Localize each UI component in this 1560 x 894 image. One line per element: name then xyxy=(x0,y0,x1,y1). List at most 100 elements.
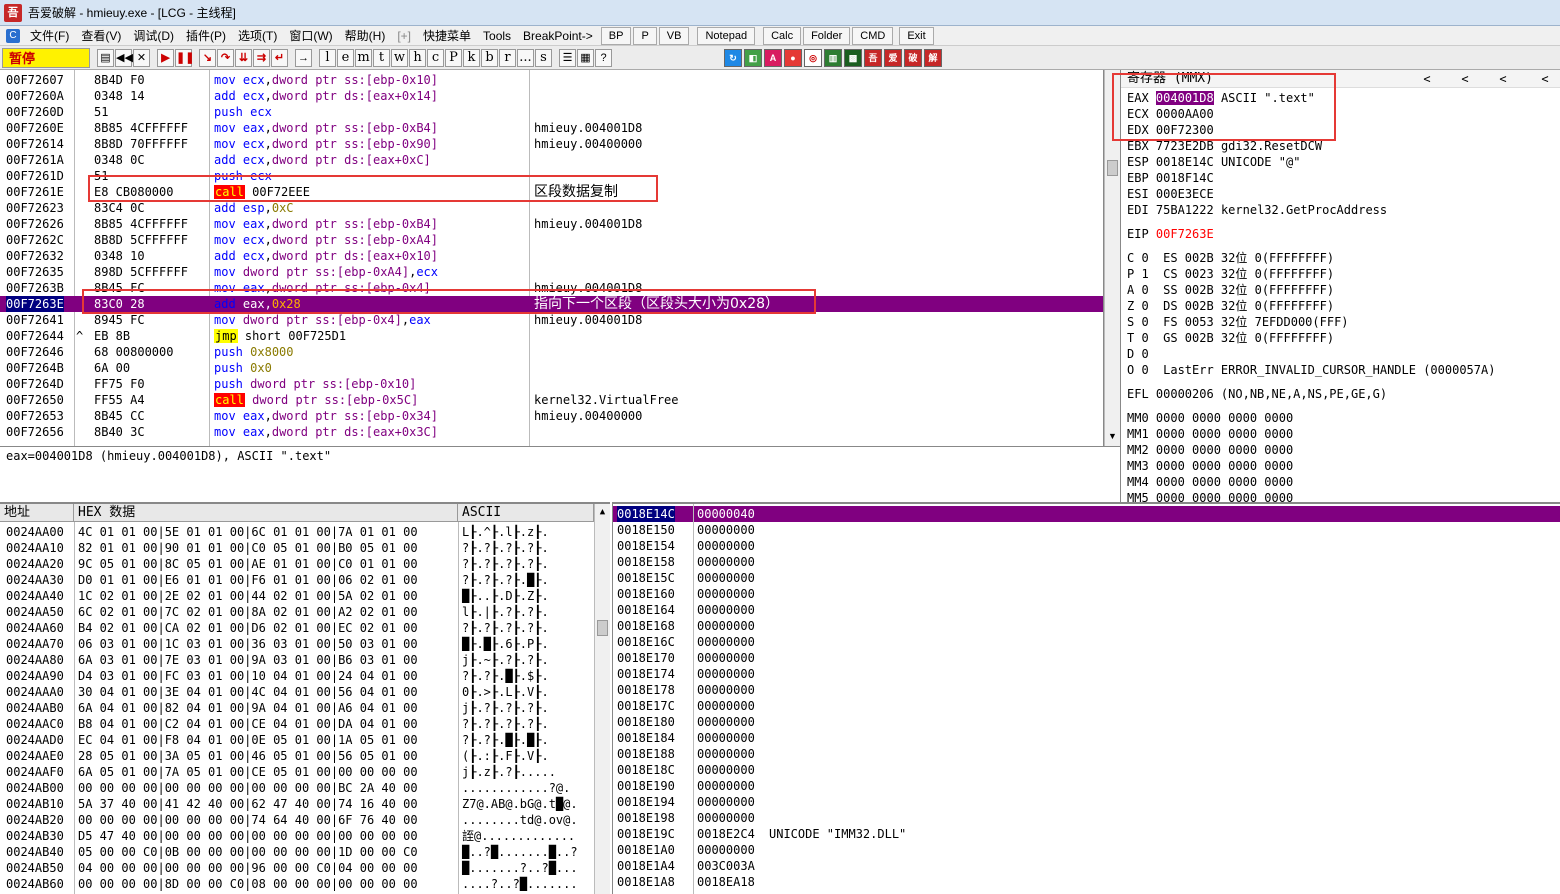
mmx-row[interactable]: MM5 0000 0000 0000 0000 xyxy=(1127,490,1293,502)
trace-into-icon[interactable]: ⇊ xyxy=(235,48,252,67)
stack-row[interactable]: 0018E1A0 00000000 xyxy=(613,842,1560,858)
jie-icon[interactable]: 解 xyxy=(924,48,942,67)
system-menu-icon[interactable]: C xyxy=(6,28,20,43)
stack-row[interactable]: 0018E198 00000000 xyxy=(613,810,1560,826)
menu-tools[interactable]: Tools xyxy=(477,29,517,43)
log-window-button[interactable]: l xyxy=(319,48,336,67)
notepad-button[interactable]: Notepad xyxy=(697,26,756,45)
dump-row[interactable]: 0024AA60 B4 02 01 00|CA 02 01 00|D6 02 01… xyxy=(0,620,594,636)
mmx-row[interactable]: MM2 0000 0000 0000 0000 xyxy=(1127,442,1293,458)
stack-row[interactable]: 0018E14C 00000040 xyxy=(613,506,1560,522)
execute-till-return-icon[interactable]: ↵ xyxy=(271,48,288,67)
list-icon[interactable]: ☰ xyxy=(559,48,576,67)
flag-row[interactable]: C 0 ES 002B 32位 0(FFFFFFFF) xyxy=(1127,250,1334,266)
stack-row[interactable]: 0018E180 00000000 xyxy=(613,714,1560,730)
disasm-row[interactable]: 00F72656 8B40 3C mov eax,dword ptr ds:[eax… xyxy=(0,424,1103,440)
flag-row[interactable]: A 0 SS 002B 32位 0(FFFFFFFF) xyxy=(1127,282,1334,298)
rewind-icon[interactable]: ◀◀ xyxy=(115,48,133,67)
source-button[interactable]: s xyxy=(535,48,552,67)
stack-row[interactable]: 0018E184 00000000 xyxy=(613,730,1560,746)
stack-row[interactable]: 0018E190 00000000 xyxy=(613,778,1560,794)
menu-help[interactable]: 帮助(H) xyxy=(339,27,392,44)
call-stack-button[interactable]: k xyxy=(463,48,480,67)
dump-row[interactable]: 0024AAE0 28 05 01 00|3A 05 01 00|46 05 01… xyxy=(0,748,594,764)
registers-pane[interactable]: 寄存器 (MMX) < < < < EAX 004001D8 ASCII ".t… xyxy=(1120,70,1560,502)
dump-row[interactable]: 0024AAA0 30 04 01 00|3E 04 01 00|4C 04 01… xyxy=(0,684,594,700)
stack-row[interactable]: 0018E194 00000000 xyxy=(613,794,1560,810)
run-icon[interactable]: ▶ xyxy=(157,48,174,67)
plugin-icon[interactable]: ◧ xyxy=(744,48,762,67)
flag-row[interactable]: O 0 LastErr ERROR_INVALID_CURSOR_HANDLE … xyxy=(1127,362,1495,378)
disassembly-scrollbar[interactable]: ▼ xyxy=(1104,70,1120,446)
menu-file[interactable]: 文件(F) xyxy=(24,27,75,44)
dump-row[interactable]: 0024AAD0 EC 04 01 00|F8 04 01 00|0E 05 01… xyxy=(0,732,594,748)
dump-row[interactable]: 0024AA40 1C 02 01 00|2E 02 01 00|44 02 01… xyxy=(0,588,594,604)
register-value[interactable]: 00F7263E xyxy=(1156,227,1214,241)
dump-row[interactable]: 0024AA80 6A 03 01 00|7E 03 01 00|9A 03 01… xyxy=(0,652,594,668)
disasm-row[interactable]: 00F7263E 83C0 28 add eax,0x28 指向下一个区段（区段头大小… xyxy=(0,296,1103,312)
cmd-button[interactable]: CMD xyxy=(852,26,894,45)
register-row[interactable]: EAX 004001D8 ASCII ".text" xyxy=(1127,90,1315,106)
disasm-row[interactable]: 00F72650 FF55 A4 call dword ptr ss:[ebp-0x… xyxy=(0,392,1103,408)
stack-row[interactable]: 0018E160 00000000 xyxy=(613,586,1560,602)
trace-over-icon[interactable]: ⇉ xyxy=(253,48,270,67)
disasm-row[interactable]: 00F72646 68 00800000 push 0x8000 xyxy=(0,344,1103,360)
menu-shortcut[interactable]: 快捷菜单 xyxy=(417,27,477,44)
handles-button[interactable]: h xyxy=(409,48,426,67)
calc-icon[interactable]: ▥ xyxy=(824,48,842,67)
stack-row[interactable]: 0018E15C 00000000 xyxy=(613,570,1560,586)
step-into-icon[interactable]: ↘ xyxy=(199,48,216,67)
menu-plugins[interactable]: 插件(P) xyxy=(180,27,232,44)
flag-row[interactable]: Z 0 DS 002B 32位 0(FFFFFFFF) xyxy=(1127,298,1334,314)
register-row[interactable]: EDX 00F72300 xyxy=(1127,122,1221,138)
memory-button[interactable]: m xyxy=(355,48,372,67)
patches-button[interactable]: P xyxy=(445,48,462,67)
mmx-row[interactable]: MM0 0000 0000 0000 0000 xyxy=(1127,410,1293,426)
help-icon[interactable]: ? xyxy=(595,48,612,67)
disasm-row[interactable]: 00F72623 83C4 0C add esp,0xC xyxy=(0,200,1103,216)
register-value[interactable]: 75BA1222 xyxy=(1156,203,1214,217)
stack-row[interactable]: 0018E158 00000000 xyxy=(613,554,1560,570)
folder-button[interactable]: Folder xyxy=(803,26,851,45)
calc-button[interactable]: Calc xyxy=(763,26,802,45)
register-row[interactable]: EDI 75BA1222 kernel32.GetProcAddress xyxy=(1127,202,1387,218)
dump-row[interactable]: 0024AA90 D4 03 01 00|FC 03 01 00|10 04 01… xyxy=(0,668,594,684)
disasm-row[interactable]: 00F72614 8B8D 70FFFFFF mov ecx,dword ptr s… xyxy=(0,136,1103,152)
register-row[interactable]: EBX 7723E2DB gdi32.ResetDCW xyxy=(1127,138,1322,154)
dump-row[interactable]: 0024AA10 82 01 01 00|90 01 01 00|C0 05 01… xyxy=(0,540,594,556)
menu-view[interactable]: 查看(V) xyxy=(75,27,127,44)
menu-window[interactable]: 窗口(W) xyxy=(283,27,338,44)
po-icon[interactable]: 破 xyxy=(904,48,922,67)
stack-row[interactable]: 0018E1A4 003C003A xyxy=(613,858,1560,874)
cpu-button[interactable]: c xyxy=(427,48,444,67)
stack-row[interactable]: 0018E170 00000000 xyxy=(613,650,1560,666)
stack-row[interactable]: 0018E19C 0018E2C4 UNICODE "IMM32.DLL" xyxy=(613,826,1560,842)
dump-row[interactable]: 0024AB50 04 00 00 00|00 00 00 00|96 00 00… xyxy=(0,860,594,876)
disasm-row[interactable]: 00F7262C 8B8D 5CFFFFFF mov ecx,dword ptr s… xyxy=(0,232,1103,248)
exit-button[interactable]: Exit xyxy=(899,26,934,45)
font-icon[interactable]: A xyxy=(764,48,782,67)
disasm-row[interactable]: 00F7261D 51 push ecx xyxy=(0,168,1103,184)
dump-row[interactable]: 0024AA50 6C 02 01 00|7C 02 01 00|8A 02 01… xyxy=(0,604,594,620)
flag-row[interactable]: T 0 GS 002B 32位 0(FFFFFFFF) xyxy=(1127,330,1334,346)
disasm-row[interactable]: 00F7260E 8B85 4CFFFFFF mov eax,dword ptr s… xyxy=(0,120,1103,136)
registers-arrow-4[interactable]: < xyxy=(1535,71,1555,87)
memory-dump-pane[interactable]: 地址 HEX 数据 ASCII 0024AA00 4C 01 01 00|5E 0… xyxy=(0,502,610,894)
flag-row[interactable]: S 0 FS 0053 32位 7EFDD000(FFF) xyxy=(1127,314,1349,330)
target-icon[interactable]: ◎ xyxy=(804,48,822,67)
register-value[interactable]: 000E3ECE xyxy=(1156,187,1214,201)
register-row[interactable]: EIP 00F7263E xyxy=(1127,226,1214,242)
dump-col-hex[interactable]: HEX 数据 xyxy=(74,504,458,522)
disasm-row[interactable]: 00F7261A 0348 0C add ecx,dword ptr ds:[eax… xyxy=(0,152,1103,168)
disassembly-pane[interactable]: 00F72607 8B4D F0 mov ecx,dword ptr ss:[ebp… xyxy=(0,70,1104,446)
stack-row[interactable]: 0018E164 00000000 xyxy=(613,602,1560,618)
dump-row[interactable]: 0024AB10 5A 37 40 00|41 42 40 00|62 47 40… xyxy=(0,796,594,812)
registers-arrow-3[interactable]: < xyxy=(1493,71,1513,87)
windows-button[interactable]: w xyxy=(391,48,408,67)
stack-row[interactable]: 0018E174 00000000 xyxy=(613,666,1560,682)
dump-row[interactable]: 0024AA00 4C 01 01 00|5E 01 01 00|6C 01 01… xyxy=(0,524,594,540)
disasm-row[interactable]: 00F7264B 6A 00 push 0x0 xyxy=(0,360,1103,376)
references-button[interactable]: r xyxy=(499,48,516,67)
dump-row[interactable]: 0024AB30 D5 47 40 00|00 00 00 00|00 00 00… xyxy=(0,828,594,844)
disasm-row[interactable]: 00F72607 8B4D F0 mov ecx,dword ptr ss:[ebp… xyxy=(0,72,1103,88)
